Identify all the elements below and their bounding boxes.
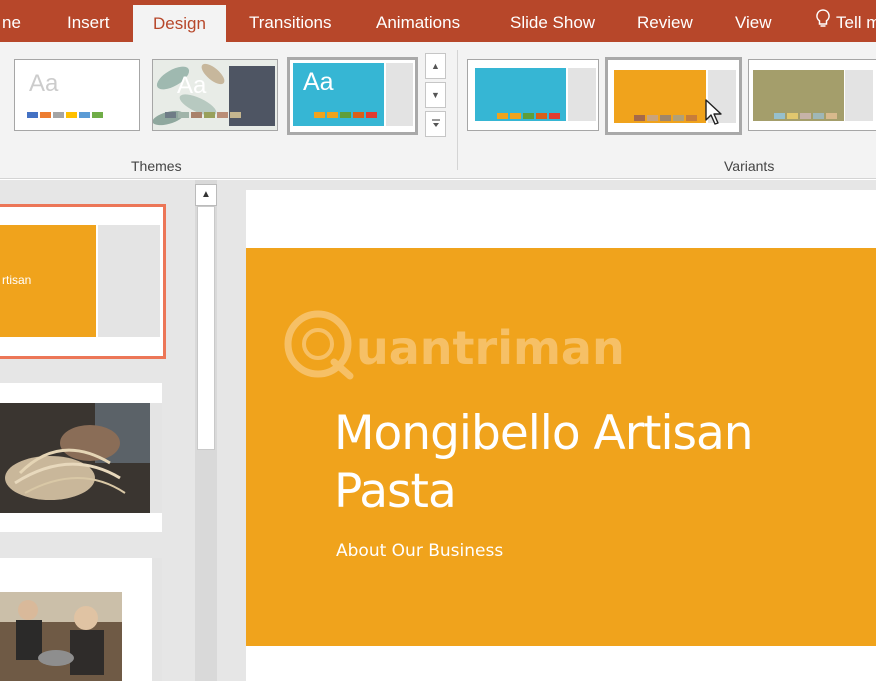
theme-blue-thumb[interactable]: Aa (287, 57, 418, 135)
themes-group-label: Themes (131, 158, 182, 174)
tab-tell-me[interactable]: Tell m (816, 0, 876, 42)
slide-subtitle[interactable]: About Our Business (336, 541, 503, 561)
slide-thumb-1[interactable]: rtisan (0, 204, 166, 359)
scroll-up-arrow-icon[interactable]: ▲ (195, 184, 217, 206)
slide-thumb-1-title: rtisan (2, 273, 32, 287)
lightbulb-icon (816, 1, 830, 47)
variant-blue-side (568, 68, 596, 121)
watermark-text: uantrimang (356, 321, 622, 375)
tab-transitions[interactable]: Transitions (249, 0, 332, 42)
pasta-photo-image (0, 403, 162, 513)
slide-thumb-2[interactable] (0, 383, 162, 532)
theme-office-aa: Aa (29, 70, 59, 97)
theme-blue-aa: Aa (303, 68, 334, 96)
theme-office-thumb[interactable]: Aa (14, 59, 140, 131)
variants-group-label: Variants (724, 158, 775, 174)
themes-more-button[interactable] (425, 111, 446, 137)
variant-blue-thumb[interactable] (467, 59, 599, 131)
thumbnail-pane-scrollbar[interactable]: ▲ (195, 180, 217, 681)
tab-home[interactable]: ne (2, 0, 21, 42)
variant-olive-swatches (774, 113, 837, 119)
theme-leaves-thumb[interactable]: Aa (152, 59, 278, 131)
ribbon-tab-bar: ne Insert Design Transitions Animations … (0, 0, 876, 42)
variant-olive-thumb[interactable] (748, 59, 876, 131)
ribbon-design-panel: Aa Aa Aa ▲ ▼ Themes Variants (0, 42, 876, 179)
group-separator (457, 50, 458, 170)
variant-blue-swatches (497, 113, 560, 119)
kitchen-photo-image (0, 558, 162, 681)
variant-orange-thumb[interactable] (605, 57, 742, 135)
quantrimang-watermark-logo: uantrimang (284, 310, 622, 380)
leaves-pattern-image (153, 60, 277, 130)
theme-leaves-swatches (165, 112, 241, 118)
theme-office-swatches (27, 112, 103, 118)
variant-olive-side (845, 70, 873, 121)
theme-blue-side (386, 63, 413, 126)
slide-title[interactable]: Mongibello Artisan Pasta (334, 405, 854, 521)
slide-thumb-1-side (98, 225, 160, 337)
tab-review[interactable]: Review (637, 0, 693, 42)
theme-leaves-aa: Aa (177, 72, 207, 99)
tab-view[interactable]: View (735, 0, 772, 42)
variant-orange-swatches (634, 115, 697, 121)
tab-animations[interactable]: Animations (376, 0, 460, 42)
tell-me-label: Tell m (836, 13, 876, 32)
tab-slide-show[interactable]: Slide Show (510, 0, 595, 42)
themes-scroll-up-button[interactable]: ▲ (425, 53, 446, 79)
tab-insert[interactable]: Insert (67, 0, 110, 42)
mouse-cursor-icon (705, 99, 722, 125)
themes-scroll-down-button[interactable]: ▼ (425, 82, 446, 108)
theme-blue-swatches (314, 112, 377, 118)
slide-thumb-3[interactable] (0, 558, 162, 681)
tab-design[interactable]: Design (133, 5, 226, 42)
scrollbar-thumb[interactable] (197, 206, 215, 450)
more-icon (431, 119, 440, 127)
